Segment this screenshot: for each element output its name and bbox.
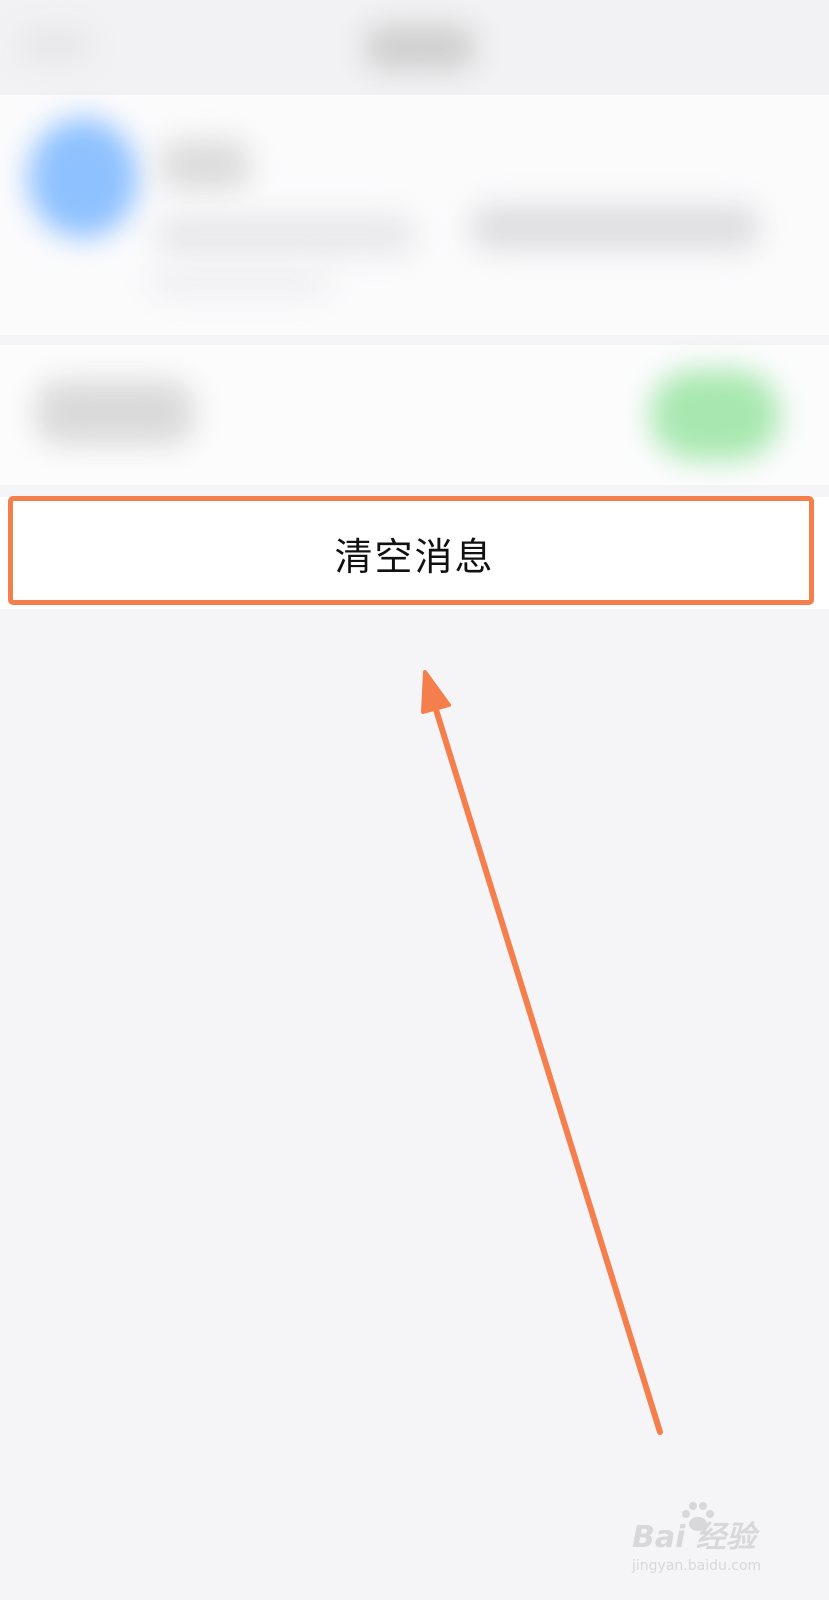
watermark: Bai 经验 jingyan.baidu.com [632, 1502, 812, 1592]
annotation-arrow [421, 670, 663, 1435]
watermark-brand: Bai 经验 [632, 1520, 756, 1555]
arrow-shaft [430, 697, 663, 1435]
watermark-url: jingyan.baidu.com [632, 1558, 762, 1574]
arrow-head [421, 670, 451, 714]
